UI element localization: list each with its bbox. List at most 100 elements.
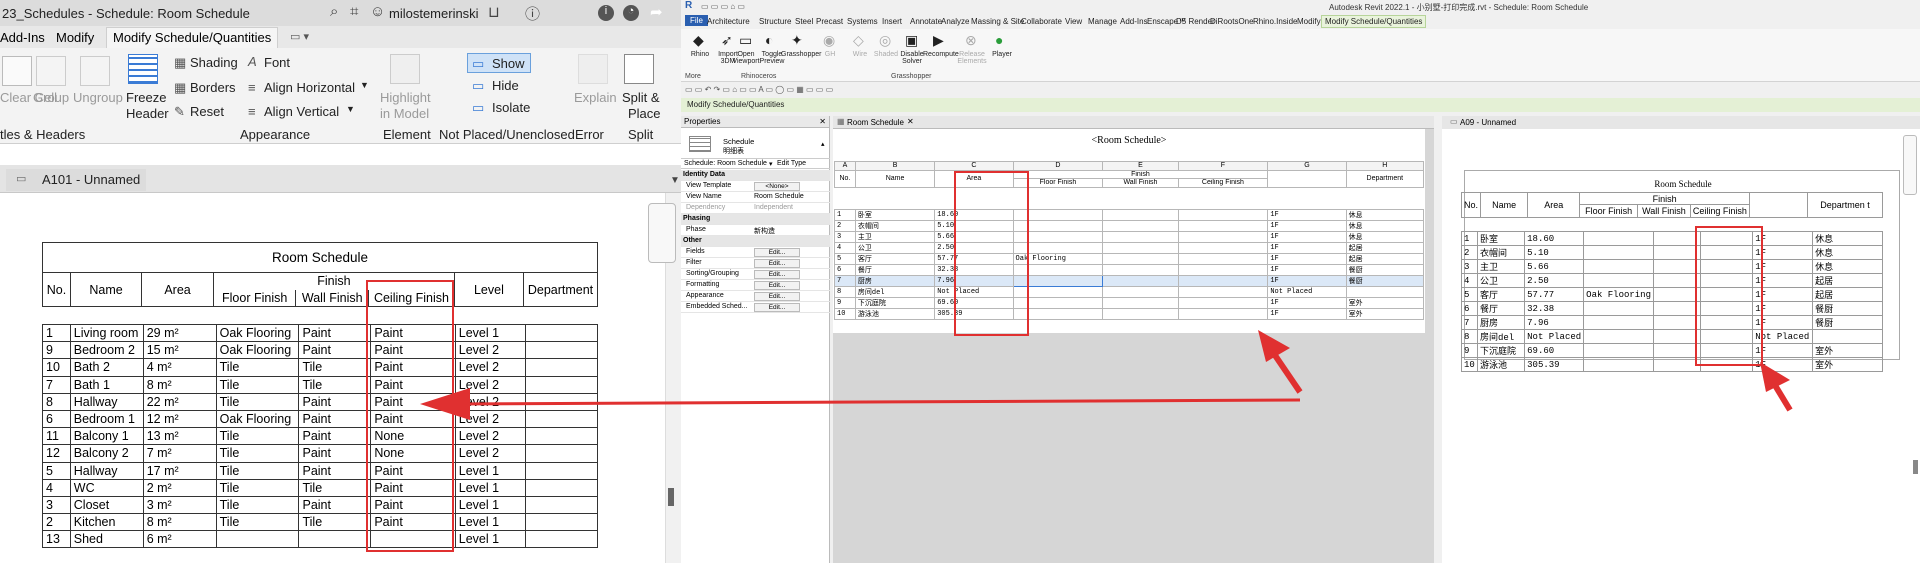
reset-button[interactable]: Reset bbox=[190, 104, 224, 119]
table-cell[interactable]: 1F bbox=[1267, 220, 1347, 232]
group-other[interactable]: Other bbox=[681, 236, 830, 247]
type-selector-bar[interactable]: Schedule: Room Schedule ▾ Edit Type bbox=[681, 158, 830, 169]
column-letter[interactable]: D bbox=[1012, 161, 1104, 171]
user-name[interactable]: milostemerinski bbox=[389, 6, 479, 21]
ungroup-button[interactable]: Ungroup bbox=[73, 90, 123, 105]
column-letter[interactable]: G bbox=[1267, 161, 1347, 171]
cart-icon[interactable]: ⊔ bbox=[488, 3, 500, 21]
table-cell[interactable] bbox=[1102, 286, 1179, 298]
edit-type-button[interactable]: Edit Type bbox=[777, 160, 806, 167]
table-row[interactable]: 4 WC 2 m² Tile Tile Paint Level 1 bbox=[42, 478, 598, 497]
table-row[interactable]: 9 Bedroom 2 15 m² Oak Flooring Paint Paint Lev… bbox=[42, 341, 598, 360]
filter-edit-button[interactable]: Edit... bbox=[754, 259, 800, 268]
tab-massing-site[interactable]: Massing & Site bbox=[971, 17, 1024, 26]
sheet-tab-label[interactable]: A09 - Unnamed bbox=[1460, 118, 1516, 127]
prop-fields[interactable]: Fields Edit... bbox=[681, 247, 830, 258]
table-row[interactable]: 8 房间del Not Placed Not Placed bbox=[834, 286, 1425, 298]
table-cell[interactable] bbox=[1102, 220, 1179, 232]
ribbon-group-label[interactable]: Grasshopper bbox=[891, 73, 931, 80]
table-row[interactable]: 5 客厅 57.77 Oak Flooring 1F 起居 bbox=[1461, 287, 1883, 302]
tab-rhino-inside[interactable]: Rhino.Inside bbox=[1253, 17, 1297, 26]
view-template-button[interactable]: <None> bbox=[754, 182, 800, 191]
table-cell[interactable]: 3 bbox=[834, 231, 856, 243]
table-cell[interactable] bbox=[1177, 275, 1269, 287]
tab-precast[interactable]: Precast bbox=[816, 17, 843, 26]
scrollbar-thumb[interactable] bbox=[668, 488, 674, 506]
table-cell[interactable]: 2 bbox=[834, 220, 856, 232]
prop-phase[interactable]: Phase 新构造 bbox=[681, 225, 830, 236]
table-cell[interactable]: Not Placed bbox=[1267, 286, 1347, 298]
table-cell[interactable]: 1F bbox=[1267, 253, 1347, 265]
tab-manage[interactable]: Manage bbox=[1088, 17, 1117, 26]
ribbon-group-label[interactable]: More bbox=[685, 73, 701, 80]
table-cell[interactable]: 1F bbox=[1267, 231, 1347, 243]
tab-analyze[interactable]: Analyze bbox=[941, 17, 969, 26]
dropdown-icon[interactable]: ▭ ▾ bbox=[290, 30, 309, 43]
table-cell[interactable]: 1F bbox=[1267, 264, 1347, 276]
group-identity-data[interactable]: Identity Data bbox=[681, 170, 830, 181]
chevron-down-icon[interactable]: ▾ bbox=[769, 160, 773, 168]
view-tab-a101[interactable]: ▭ A101 - Unnamed bbox=[6, 169, 146, 191]
table-cell[interactable]: 1F bbox=[1267, 275, 1347, 287]
chevron-down-icon[interactable]: ▼ bbox=[346, 104, 355, 114]
tab-architecture[interactable]: Architecture bbox=[707, 17, 750, 26]
table-row[interactable]: 7 厨房 7.96 1F 餐厨 bbox=[1461, 315, 1883, 330]
tab-modify[interactable]: Modify bbox=[1297, 17, 1321, 26]
table-cell[interactable]: 室外 bbox=[1345, 308, 1425, 320]
table-cell[interactable]: 1F bbox=[1267, 209, 1347, 221]
prop-embedded[interactable]: Embedded Sched... Edit... bbox=[681, 302, 830, 313]
share-icon[interactable]: ➦ bbox=[650, 3, 663, 21]
table-row[interactable]: 3 Closet 3 m² Tile Paint Paint Level 1 bbox=[42, 495, 598, 515]
table-cell[interactable]: 餐厨 bbox=[1345, 275, 1425, 287]
table-row[interactable]: 6 餐厅 32.38 1F 餐厨 bbox=[1461, 301, 1883, 316]
search-icon[interactable]: ⌕ bbox=[330, 3, 338, 20]
tab-collaborate[interactable]: Collaborate bbox=[1021, 17, 1062, 26]
binoculars-icon[interactable]: ⌗ bbox=[350, 3, 358, 20]
table-cell[interactable] bbox=[1102, 297, 1179, 309]
instance-selector[interactable]: Schedule: Room Schedule bbox=[684, 160, 767, 167]
table-row[interactable]: 4 公卫 2.50 1F 起居 bbox=[834, 242, 1425, 254]
table-cell[interactable] bbox=[1345, 286, 1425, 298]
tab-file[interactable]: File bbox=[685, 15, 708, 26]
collapse-arrow-icon[interactable]: ▼ bbox=[670, 175, 680, 186]
table-row[interactable]: 9 下沉庭院 69.60 1F 室外 bbox=[834, 297, 1425, 309]
release-elements-button[interactable]: Release Elements bbox=[955, 51, 989, 65]
table-row[interactable]: 12 Balcony 27 m² Tile Paint None Level 2 bbox=[42, 444, 598, 463]
table-cell[interactable]: 7 bbox=[834, 275, 856, 287]
table-cell[interactable]: 5 bbox=[834, 253, 856, 265]
header-cell[interactable]: Name bbox=[854, 169, 936, 188]
player-button[interactable]: Player bbox=[985, 51, 1019, 58]
help-icon[interactable]: ⓘ bbox=[525, 3, 540, 24]
left-navigation-bar[interactable] bbox=[648, 193, 681, 563]
table-cell[interactable] bbox=[1177, 308, 1269, 320]
font-button[interactable]: Font bbox=[264, 55, 290, 70]
table-row[interactable]: 11 Balcony 1 13 m² Tile Paint None Level 2 bbox=[42, 427, 598, 446]
explain-button[interactable]: Explain bbox=[574, 90, 617, 105]
table-cell[interactable]: 休息 bbox=[1345, 231, 1425, 243]
table-row[interactable]: 1 卧室 18.60 1F 休息 bbox=[834, 209, 1425, 221]
grasshopper-button[interactable]: Grasshopper bbox=[781, 51, 821, 58]
tab-d5-render[interactable]: D5 Render bbox=[1176, 17, 1215, 26]
table-cell[interactable]: 卧室 bbox=[854, 209, 936, 221]
fields-edit-button[interactable]: Edit... bbox=[754, 248, 800, 257]
table-row[interactable]: 2 衣帽间 5.10 1F 休息 bbox=[1461, 245, 1883, 260]
table-cell[interactable]: 1F bbox=[1267, 308, 1347, 320]
table-cell[interactable] bbox=[1177, 286, 1269, 298]
table-cell[interactable] bbox=[1177, 264, 1269, 276]
table-cell[interactable]: 房间del bbox=[854, 286, 936, 298]
freeze-header-label-2[interactable]: Header bbox=[126, 106, 169, 121]
column-letter[interactable]: C bbox=[934, 161, 1014, 171]
table-cell[interactable]: 游泳池 bbox=[854, 308, 936, 320]
table-cell[interactable]: 10 bbox=[834, 308, 856, 320]
table-cell[interactable] bbox=[1102, 264, 1179, 276]
table-cell[interactable] bbox=[1102, 231, 1179, 243]
table-row[interactable]: 4 公卫 2.50 1F 起居 bbox=[1461, 273, 1883, 288]
column-letter[interactable]: E bbox=[1102, 161, 1179, 171]
table-row[interactable]: 9 下沉庭院 69.60 1F 室外 bbox=[1461, 343, 1883, 358]
table-cell[interactable]: 室外 bbox=[1345, 297, 1425, 309]
tab-modify[interactable]: Modify bbox=[56, 30, 94, 45]
header-cell[interactable]: Department bbox=[1345, 169, 1425, 188]
table-row[interactable]: 3 主卫 5.66 1F 休息 bbox=[1461, 259, 1883, 274]
scrollbar-thumb[interactable] bbox=[1913, 460, 1918, 474]
header-cell[interactable]: Wall Finish bbox=[1102, 178, 1179, 188]
